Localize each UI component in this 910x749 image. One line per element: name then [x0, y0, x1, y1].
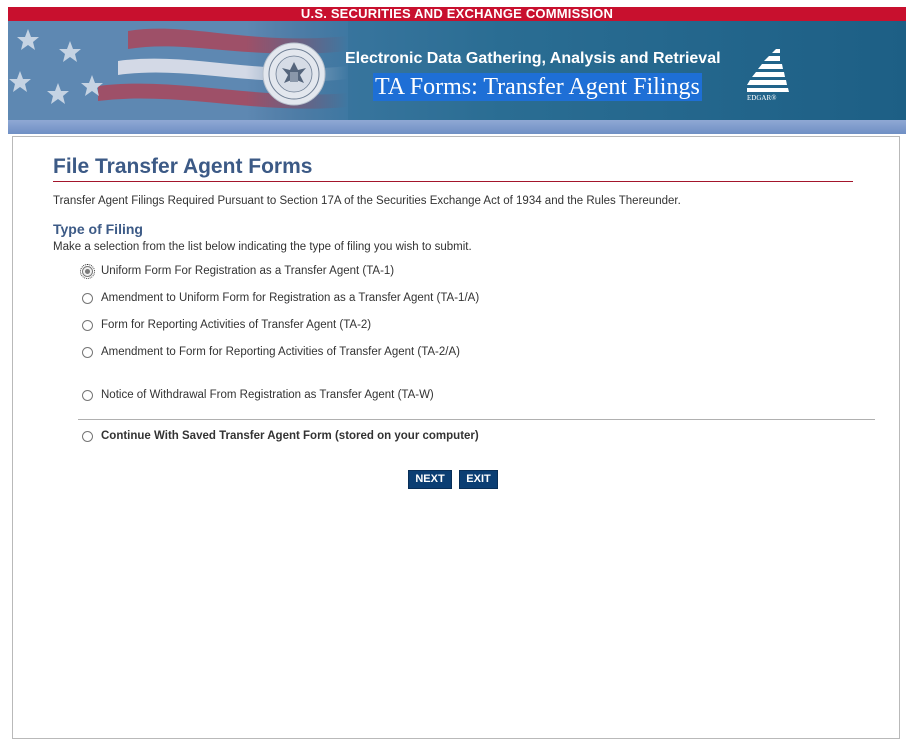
next-button[interactable]: NEXT	[408, 470, 452, 489]
radio-button[interactable]	[82, 292, 93, 304]
radio-button[interactable]	[80, 263, 95, 279]
intro-text: Transfer Agent Filings Required Pursuant…	[53, 195, 681, 207]
instruction-text: Make a selection from the list below ind…	[53, 241, 472, 253]
section-title: Type of Filing	[53, 221, 143, 237]
agency-header-bar: U.S. SECURITIES AND EXCHANGE COMMISSION	[8, 7, 906, 21]
radio-option-ta-2[interactable]: Form for Reporting Activities of Transfe…	[82, 319, 371, 331]
main-content: File Transfer Agent Forms Transfer Agent…	[12, 136, 900, 739]
form-title: TA Forms: Transfer Agent Filings	[373, 73, 702, 101]
page-title: File Transfer Agent Forms	[53, 155, 313, 178]
radio-button[interactable]	[82, 319, 93, 331]
options-divider	[78, 419, 875, 420]
radio-option-continue-saved[interactable]: Continue With Saved Transfer Agent Form …	[82, 430, 479, 442]
radio-button[interactable]	[82, 389, 93, 401]
option-label: Amendment to Form for Reporting Activiti…	[101, 346, 460, 358]
radio-option-ta-w[interactable]: Notice of Withdrawal From Registration a…	[82, 389, 434, 401]
banner-band	[8, 120, 906, 134]
radio-option-ta-1[interactable]: Uniform Form For Registration as a Trans…	[80, 263, 395, 279]
option-label: Form for Reporting Activities of Transfe…	[101, 319, 372, 331]
title-divider	[53, 181, 853, 182]
edgar-logo-text: EDGAR®	[747, 94, 777, 102]
system-name: Electronic Data Gathering, Analysis and …	[345, 50, 721, 67]
radio-option-ta-1a[interactable]: Amendment to Uniform Form for Registrati…	[82, 292, 479, 304]
radio-button[interactable]	[82, 430, 93, 442]
option-label: Notice of Withdrawal From Registration a…	[101, 389, 434, 401]
option-label: Continue With Saved Transfer Agent Form …	[101, 430, 479, 442]
radio-option-ta-2a[interactable]: Amendment to Form for Reporting Activiti…	[82, 346, 460, 358]
option-label: Uniform Form For Registration as a Trans…	[101, 265, 395, 277]
option-label: Amendment to Uniform Form for Registrati…	[101, 292, 480, 304]
exit-button[interactable]: EXIT	[459, 470, 498, 489]
radio-button[interactable]	[82, 346, 93, 358]
edgar-banner: Electronic Data Gathering, Analysis and …	[8, 21, 906, 120]
sec-seal-icon	[262, 42, 326, 106]
